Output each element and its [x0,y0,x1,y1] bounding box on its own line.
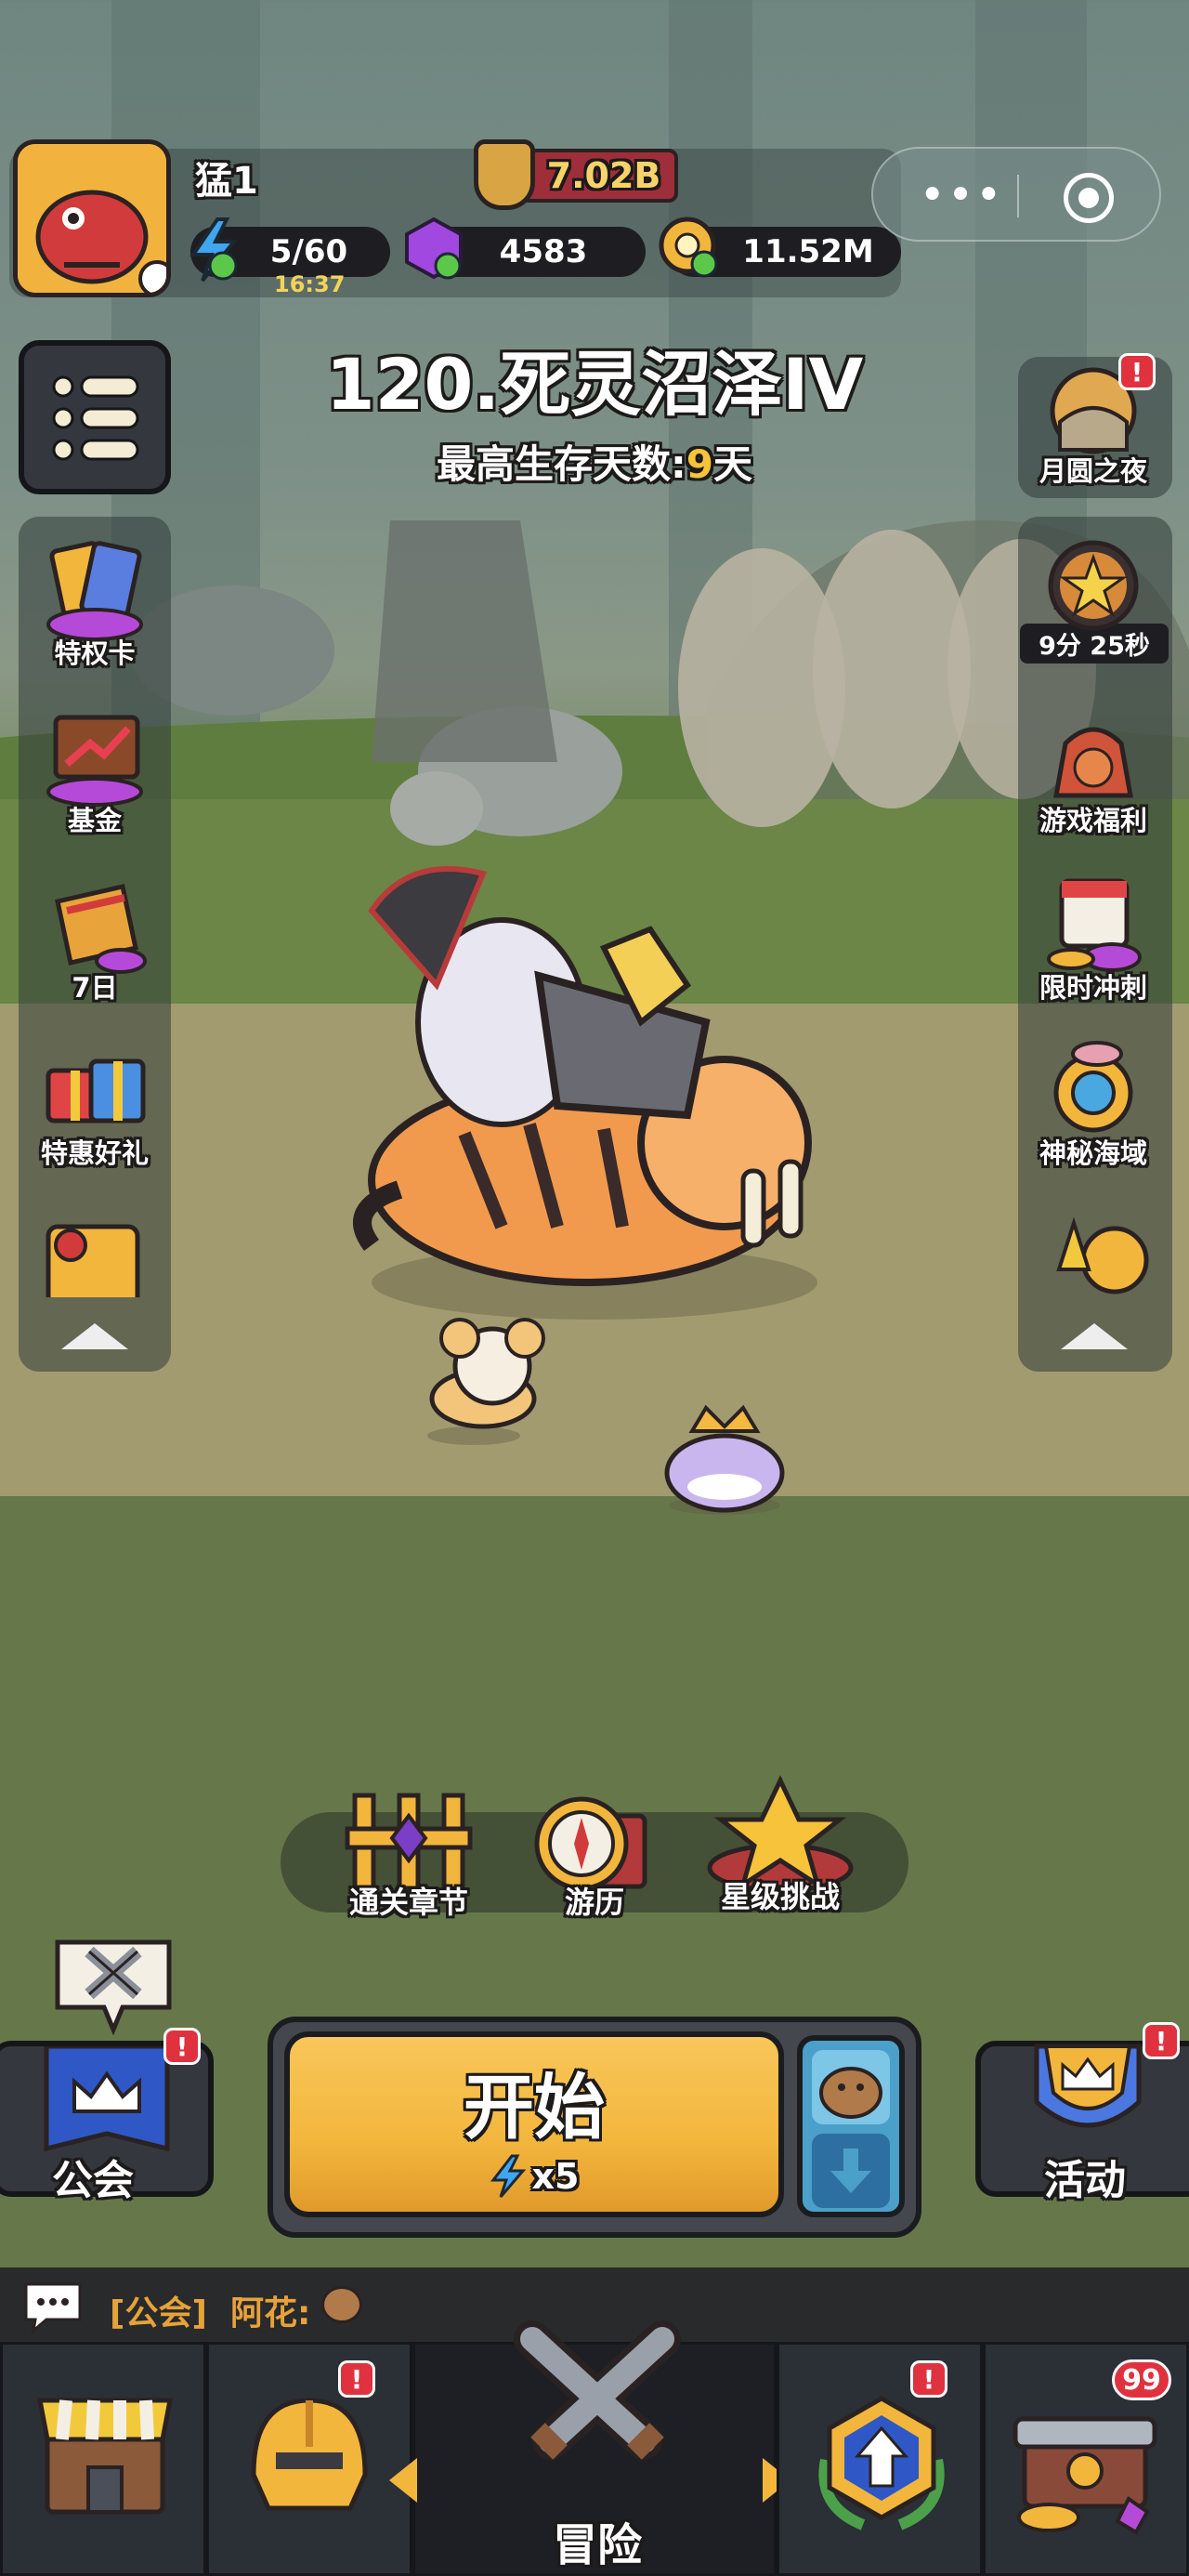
right-item-limited-sprint[interactable]: 限时冲刺 [1024,874,1163,1005]
stage-title: 120.死灵沼泽IV [325,343,864,426]
energy-timer: 16:37 [274,271,346,297]
calendar-coins-icon [1038,874,1149,976]
chat-emoji-capybara-icon [321,2286,362,2323]
arrow-down-icon [812,2134,890,2208]
activity-alert-badge: ! [1143,2022,1180,2059]
power-value: 7.02B [546,155,661,196]
nav-treasure-chest[interactable]: 99 [983,2342,1189,2576]
seven-day-gift-icon [39,874,150,976]
nav-shop[interactable] [0,2342,206,2576]
chevron-up-icon [1061,1323,1128,1349]
nav-equipment[interactable] [206,2342,412,2576]
gift-box-icon [39,1039,150,1141]
upgrade-alert-badge: ! [910,2360,947,2398]
main-menu-button[interactable] [19,340,171,494]
gold-value: 11.52M [742,233,874,270]
guild-label: 公会 [52,2157,134,2204]
right-item-game-welfare[interactable]: 游戏福利 [1024,706,1163,838]
moon-night-alert-badge: ! [1118,353,1156,390]
start-button[interactable]: 开始 x5 [284,2031,784,2217]
mode-tab-label: 星级挑战 [720,1879,840,1914]
player-name: 猛1 [195,160,258,203]
best-survival-unit: 天 [713,441,753,487]
best-survival-label: 最高生存天数: [436,441,686,487]
guild-alert-badge: ! [163,2028,201,2065]
player-avatar[interactable] [13,139,171,297]
start-label: 开始 [464,2066,605,2149]
left-item-treasure-partial[interactable] [33,1204,154,1297]
guild-crown-banner-icon [44,2046,170,2152]
crossed-swords-icon [514,2320,681,2460]
gold-coin-icon [656,214,723,281]
chat-bubble-icon [24,2282,82,2334]
activity-button[interactable]: 活动 [975,2041,1189,2204]
mode-tab-travel[interactable]: 游历 [511,1782,678,1922]
power-shield-icon [474,139,535,210]
gems-value: 4583 [499,233,588,270]
helmet-icon [251,2398,368,2511]
mystery-sea-icon [1038,1039,1149,1141]
chevron-up-icon [61,1323,128,1349]
fund-chart-icon [39,706,150,808]
pet-capybara-icon [812,2050,890,2124]
energy-bolt-icon [490,2154,526,2198]
upgrade-arrow-icon [818,2396,945,2530]
treasure-pile-icon [46,1224,140,1297]
miniprogram-capsule: ••• [871,147,1161,242]
left-item-7day[interactable]: 7日 [25,874,164,1005]
avatar-dragon-icon [18,144,166,293]
compass-arrow-icon [1056,1216,1149,1295]
chest-count: 99 [1122,2363,1161,2397]
guild-battle-icon[interactable] [48,1933,178,2036]
capsule-divider [1017,175,1019,217]
best-survival: 最高生存天数:9天 [0,433,1189,490]
shop-stall-icon [36,2398,174,2515]
crown-shield-icon [1034,2044,1142,2128]
treasure-chest-icon [1013,2416,1157,2535]
nav-adventure[interactable]: 冒险 [389,2320,790,2576]
right-item-star-event[interactable]: 2446 9分 25秒 [1020,535,1169,664]
lucky-bag-icon [1038,706,1149,808]
left-item-special-gift[interactable]: 特惠好礼 [25,1039,164,1171]
equipment-alert-badge: ! [338,2360,375,2398]
nav-left-arrow-icon[interactable] [389,2458,417,2503]
compass-map-icon [534,1796,647,1891]
activity-label: 活动 [1044,2157,1126,2204]
nav-adventure-label: 冒险 [552,2519,642,2571]
right-item-mystery-sea[interactable]: 神秘海域 [1024,1039,1163,1171]
right-item-compass-partial[interactable] [1031,1204,1157,1297]
right-collapse-arrow[interactable] [1055,1318,1133,1355]
close-target-icon[interactable] [1064,173,1114,223]
chest-count-badge: 99 [1112,2359,1171,2400]
chat-channel: [公会] [110,2294,207,2333]
gem-icon [401,216,466,281]
start-cost-value: x5 [531,2156,580,2197]
nav-upgrade[interactable] [777,2342,983,2576]
mode-tab-chapters[interactable]: 通关章节 [325,1782,492,1922]
pet-select-button[interactable] [797,2035,905,2217]
privilege-card-icon [39,539,150,641]
chapter-gate-icon [345,1793,473,1891]
more-dots-icon[interactable]: ••• [910,149,1013,242]
star-badge-icon [1038,535,1149,637]
mode-tab-label: 通关章节 [348,1885,468,1920]
energy-value: 5/60 [269,233,348,270]
left-collapse-arrow[interactable] [56,1318,134,1355]
best-survival-days: 9 [686,441,713,487]
left-item-privilege-card[interactable]: 特权卡 [25,539,164,671]
left-item-fund[interactable]: 基金 [25,706,164,838]
mode-tab-star-challenge[interactable]: 星级挑战 [697,1775,864,1916]
menu-list-icon [52,375,139,461]
energy-bolt-icon [186,217,242,283]
start-cost: x5 [290,2154,778,2199]
chat-sender: 阿花: [230,2294,311,2333]
